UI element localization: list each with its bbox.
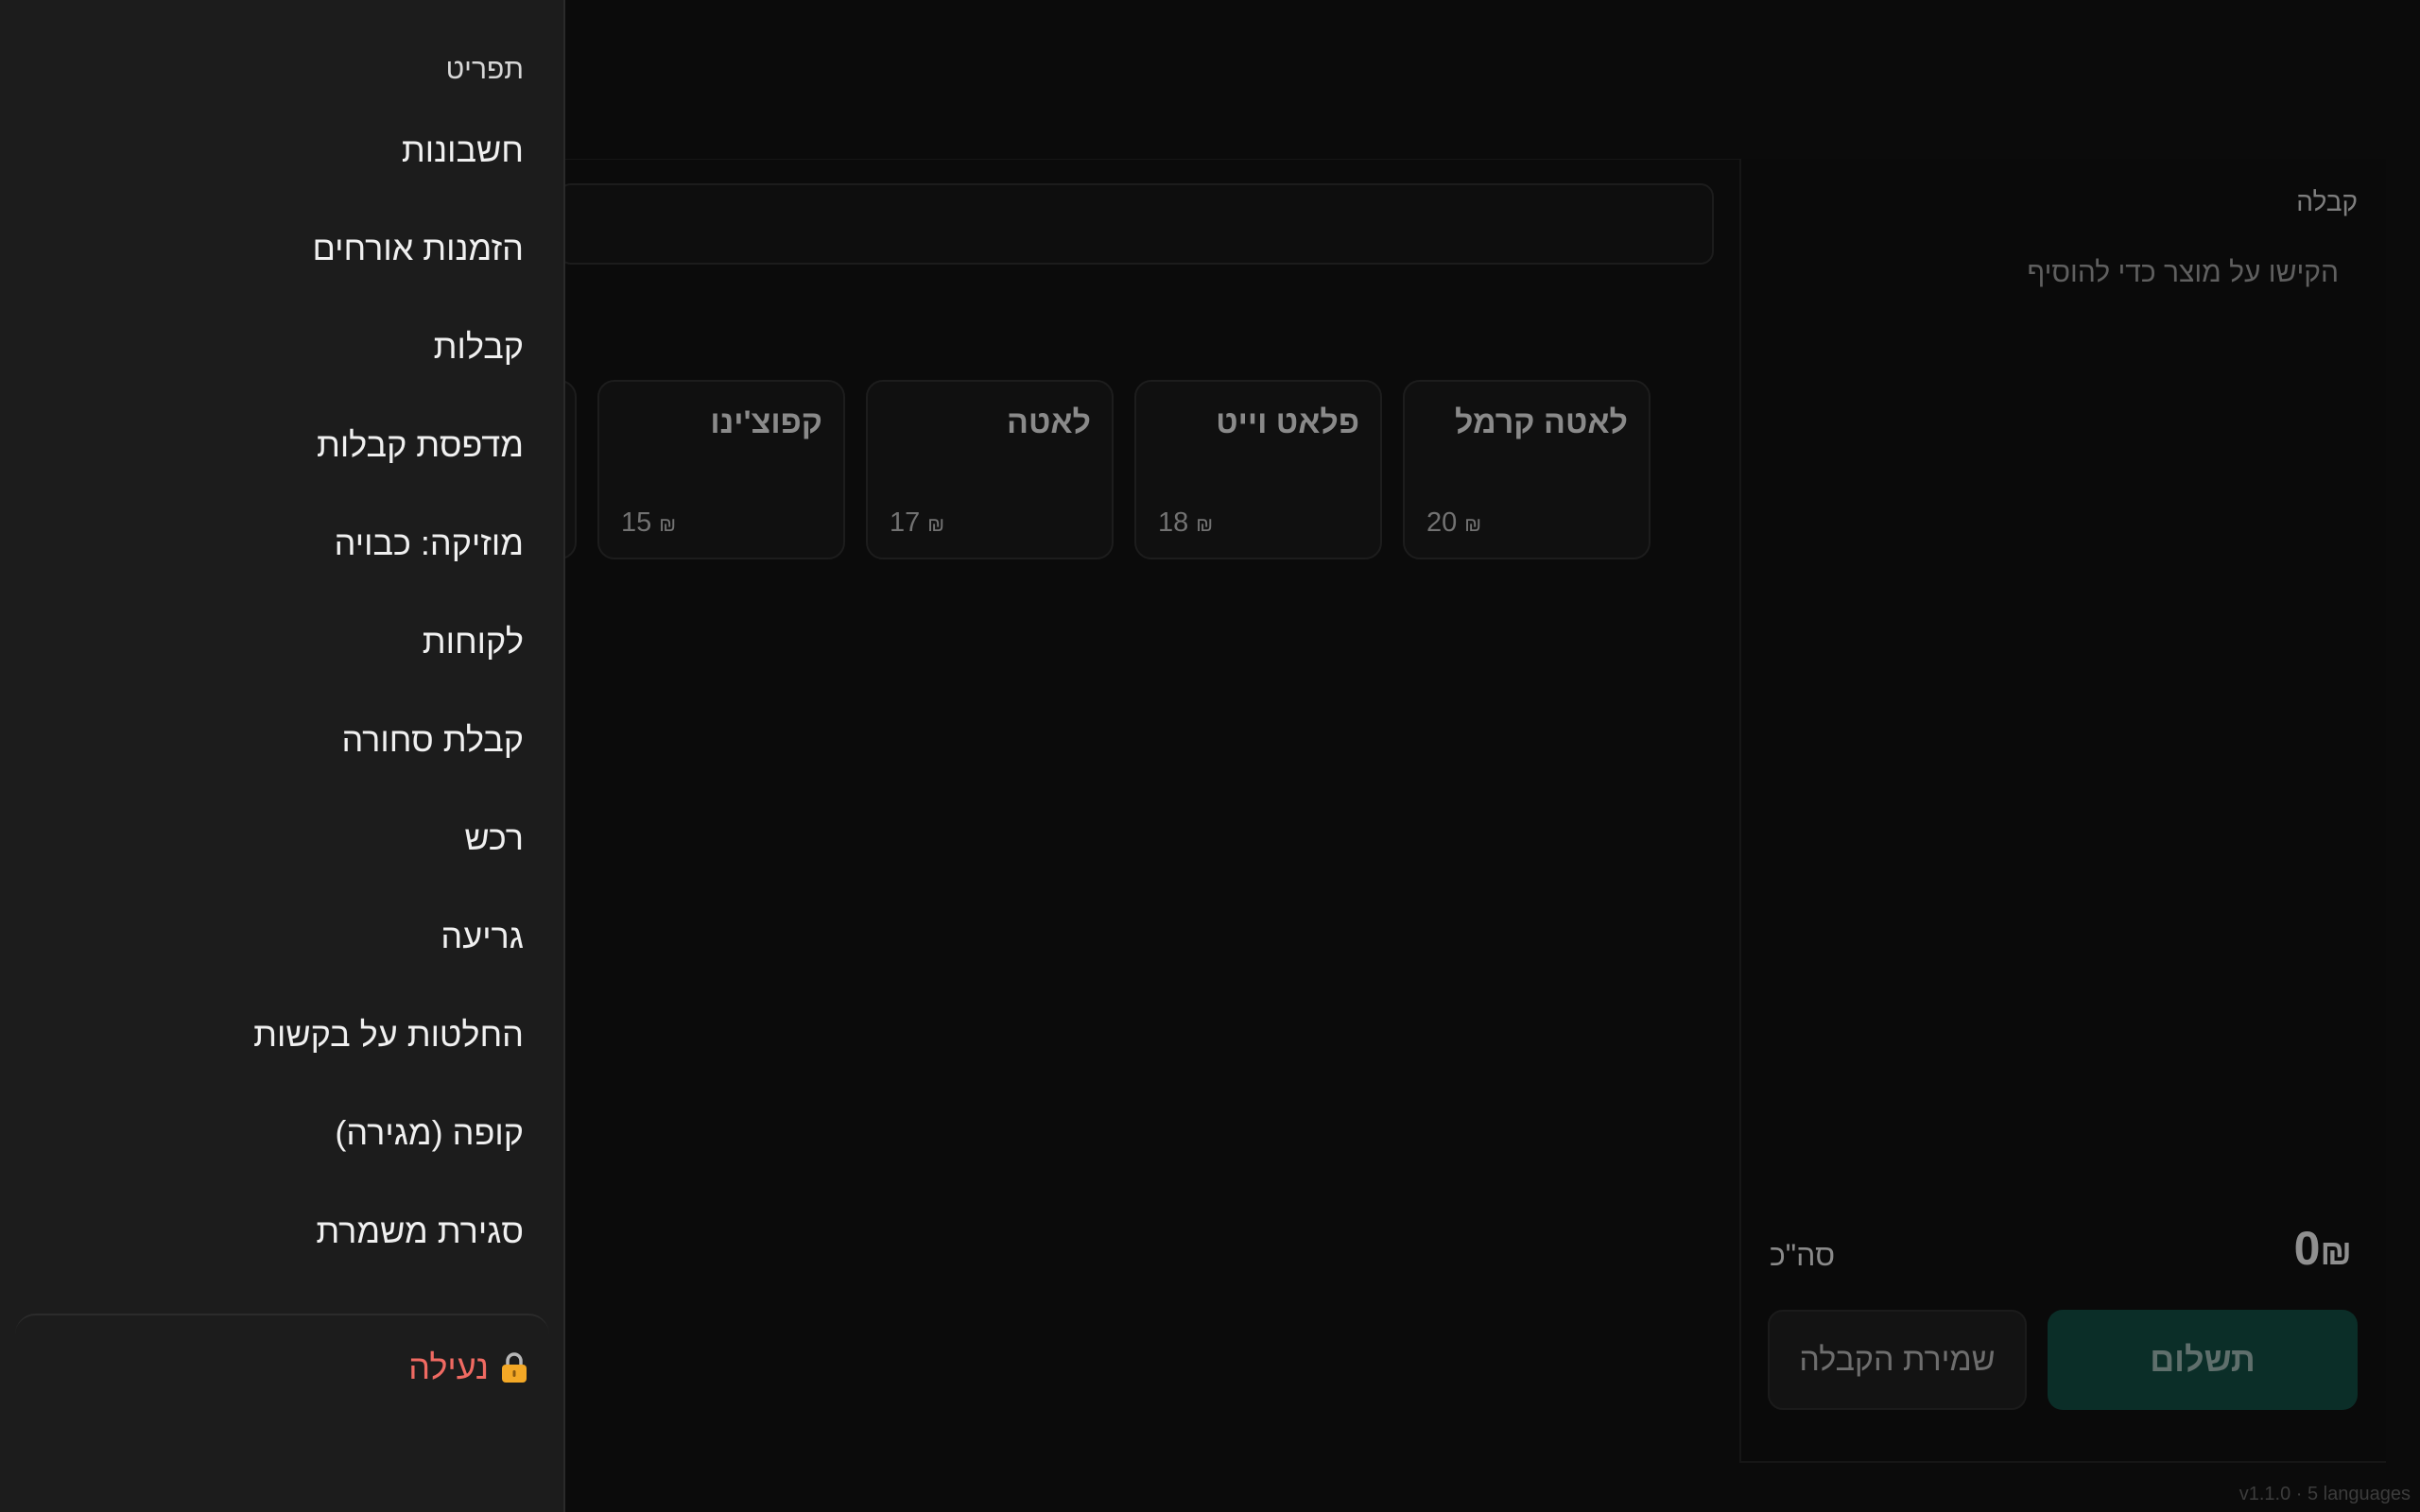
lock-label: נעילה bbox=[408, 1348, 489, 1386]
total-amount: 0₪ bbox=[2293, 1222, 2352, 1275]
menu-item-accounts[interactable]: חשבונות bbox=[402, 130, 524, 170]
receipt-title: קבלה bbox=[2296, 187, 2358, 216]
receipt-empty-hint: הקישו על מוצר כדי להוסיף bbox=[2027, 257, 2340, 288]
lock-icon bbox=[502, 1352, 527, 1383]
product-name: פלאט וייט bbox=[1216, 404, 1359, 440]
product-name: לאטה קרמל bbox=[1454, 404, 1628, 440]
product-card-flat-white[interactable]: פלאט וייט 18 ₪ bbox=[1134, 380, 1382, 559]
save-receipt-button[interactable]: שמירת הקבלה bbox=[1768, 1310, 2027, 1410]
receipt-panel: קבלה הקישו על מוצר כדי להוסיף סה"כ 0₪ שמ… bbox=[1739, 159, 2386, 1463]
product-price: 15 ₪ bbox=[621, 507, 677, 538]
lock-section: נעילה bbox=[15, 1314, 549, 1504]
product-price: 17 ₪ bbox=[890, 507, 945, 538]
menu-item-cash-drawer[interactable]: קופה (מגירה) bbox=[335, 1113, 524, 1153]
menu-item-receipt-printer[interactable]: מדפסת קבלות bbox=[317, 425, 524, 465]
menu-item-purchasing[interactable]: רכש bbox=[464, 818, 524, 858]
version-label: v1.1.0 · 5 languages bbox=[2238, 1484, 2411, 1504]
side-menu-drawer: תפריט חשבונות הזמנות אורחים קבלות מדפסת … bbox=[0, 0, 565, 1512]
total-label: סה"כ bbox=[1770, 1238, 1836, 1272]
pay-button[interactable]: תשלום bbox=[2048, 1310, 2358, 1410]
product-price: 20 ₪ bbox=[1426, 507, 1482, 538]
pos-app: לאטה קרמל 20 ₪ פלאט וייט 18 ₪ לאטה 17 ₪ קפו… bbox=[0, 0, 2420, 1512]
product-name: לאטה bbox=[1006, 404, 1091, 440]
product-name: קפוצ'ינו bbox=[710, 404, 822, 440]
menu-item-receipts[interactable]: קבלות bbox=[434, 327, 524, 367]
lock-button[interactable]: נעילה bbox=[408, 1348, 528, 1387]
menu-item-write-off[interactable]: גריעה bbox=[441, 917, 524, 956]
product-card-latte[interactable]: לאטה 17 ₪ bbox=[866, 380, 1114, 559]
product-card-cappuccino[interactable]: קפוצ'ינו 15 ₪ bbox=[597, 380, 845, 559]
menu-item-close-shift[interactable]: סגירת משמרת bbox=[316, 1211, 524, 1251]
menu-item-music[interactable]: מוזיקה: כבויה bbox=[335, 524, 524, 563]
menu-title: תפריט bbox=[445, 54, 524, 85]
product-card-caramel-latte[interactable]: לאטה קרמל 20 ₪ bbox=[1403, 380, 1651, 559]
menu-item-guest-orders[interactable]: הזמנות אורחים bbox=[312, 229, 524, 268]
product-price: 18 ₪ bbox=[1158, 507, 1214, 538]
menu-item-customers[interactable]: לקוחות bbox=[423, 622, 524, 662]
menu-item-goods-receipt[interactable]: קבלת סחורה bbox=[341, 720, 524, 760]
product-search-input[interactable] bbox=[558, 183, 1714, 265]
menu-item-request-decisions[interactable]: החלטות על בקשות bbox=[253, 1015, 524, 1055]
